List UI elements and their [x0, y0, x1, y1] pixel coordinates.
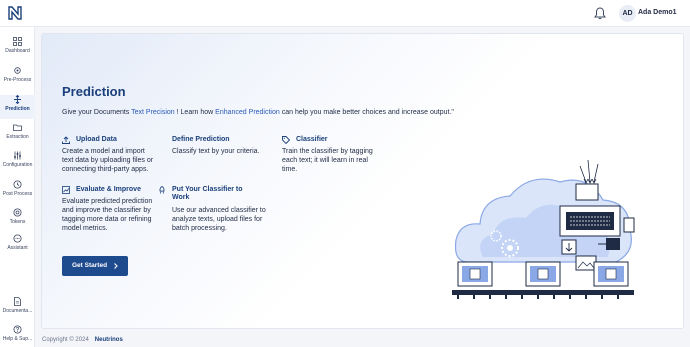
feature-evaluate-improve: Evaluate & Improve Evaluate predicted pr…: [62, 186, 172, 233]
footer: Copyright © 2024 Neutrinos: [42, 337, 123, 343]
sidebar-item-label: Configuration: [2, 162, 33, 168]
desc-line: Classify text by your criteria.: [172, 148, 260, 155]
desc-line: model metrics.: [62, 225, 108, 232]
desc-line: each text; it will learn in real: [282, 157, 368, 164]
feature-upload-data: Upload Data Create a model and import te…: [62, 136, 172, 174]
sidebar-item-label: Tokens: [9, 219, 26, 225]
footer-brand[interactable]: Neutrinos: [95, 337, 123, 343]
sidebar-item-dashboard[interactable]: Dashboard: [0, 37, 35, 61]
bell-icon[interactable]: [594, 7, 606, 20]
feature-title: Upload Data: [76, 136, 117, 143]
sidebar-item-prediction[interactable]: Prediction: [0, 95, 35, 119]
help-icon: [13, 325, 22, 334]
desc-line: Use our advanced classifier to: [172, 207, 266, 214]
avatar[interactable]: AD: [619, 5, 636, 22]
classifier-illustration: [452, 159, 635, 299]
tag-icon: [282, 136, 290, 144]
sidebar-item-label: Assistant: [7, 245, 28, 251]
get-started-button[interactable]: Get Started: [62, 256, 128, 276]
chat-icon: [13, 234, 22, 243]
desc-line: text data by uploading files or: [62, 157, 154, 164]
feature-classifier: Classifier Train the classifier by taggi…: [282, 136, 392, 174]
sidebar-item-assistant[interactable]: Assistant: [0, 234, 35, 258]
copyright-text: Copyright © 2024: [42, 337, 89, 343]
desc-line: time.: [282, 166, 298, 173]
sidebar-item-label: Post Process: [2, 191, 33, 197]
feature-put-classifier-to-work: Put Your Classifier to Work Use our adva…: [158, 186, 278, 233]
desc-line: Create a model and import: [62, 148, 145, 155]
sidebar-item-label: Help & Sup...: [2, 336, 33, 342]
sidebar-item-configuration[interactable]: Configuration: [0, 151, 35, 175]
sidebar: Dashboard Pre-Process Prediction Extract…: [0, 27, 35, 347]
sidebar-item-extraction[interactable]: Extraction: [0, 123, 35, 147]
intro-text: Give your Documents Text Precision ! Lea…: [62, 109, 454, 116]
feature-description: Classify text by your criteria.: [158, 147, 268, 156]
feature-define-prediction: Define Prediction Classify text by your …: [158, 136, 268, 156]
logo-icon[interactable]: [7, 5, 23, 21]
intro-part: Give your Documents: [62, 109, 132, 116]
clock-icon: [13, 180, 22, 189]
prediction-card: Prediction Give your Documents Text Prec…: [41, 33, 684, 329]
chart-icon: [62, 186, 70, 194]
rocket-icon: [159, 186, 165, 194]
feature-title: Evaluate & Improve: [76, 186, 141, 193]
feature-description: Create a model and import text data by u…: [62, 147, 172, 174]
feature-title: Define Prediction: [172, 136, 230, 143]
user-name[interactable]: Ada Demo1: [638, 9, 677, 16]
top-bar: AD Ada Demo1: [0, 0, 690, 27]
desc-line: Evaluate predicted prediction: [62, 198, 153, 205]
gear-icon: [14, 67, 21, 74]
feature-title-line: Put Your Classifier to: [172, 186, 243, 193]
highlight-text-precision: Text Precision: [131, 109, 175, 116]
sidebar-item-label: Extraction: [6, 134, 29, 140]
coin-icon: [13, 208, 22, 217]
sidebar-item-help-support[interactable]: Help & Sup...: [0, 325, 35, 347]
arrows-icon: [14, 95, 21, 104]
feature-description: Use our advanced classifier to analyze t…: [158, 206, 278, 233]
sidebar-item-label: Dashboard: [5, 48, 30, 54]
get-started-label: Get Started: [72, 262, 108, 269]
sidebar-item-documentation[interactable]: Documenta...: [0, 297, 35, 321]
sliders-icon: [14, 151, 21, 160]
sidebar-item-label: Pre-Process: [3, 77, 32, 83]
desc-line: analyze texts, upload files for: [172, 216, 263, 223]
intro-part: can help you make better choices and inc…: [279, 109, 454, 116]
feature-description: Train the classifier by tagging each tex…: [282, 147, 392, 174]
desc-line: batch processing.: [172, 225, 227, 232]
page-title: Prediction: [62, 84, 126, 99]
intro-part: ! Learn how: [174, 109, 216, 116]
sidebar-item-tokens[interactable]: Tokens: [0, 208, 35, 232]
feature-title-line: Work: [172, 194, 190, 201]
feature-title: Put Your Classifier to Work: [158, 186, 278, 202]
desc-line: Train the classifier by tagging: [282, 148, 373, 155]
folder-icon: [13, 124, 22, 131]
desc-line: tagging more data or refining: [62, 216, 152, 223]
sidebar-item-label: Prediction: [5, 106, 30, 112]
grid-icon: [13, 37, 22, 46]
upload-icon: [62, 136, 70, 144]
desc-line: connecting third-party apps.: [62, 166, 149, 173]
feature-title: Classifier: [296, 136, 328, 143]
document-icon: [14, 297, 21, 306]
feature-description: Evaluate predicted prediction and improv…: [62, 197, 172, 233]
desc-line: and improve the classifier by: [62, 207, 151, 214]
sidebar-item-post-process[interactable]: Post Process: [0, 180, 35, 204]
sidebar-item-label: Documenta...: [2, 308, 33, 314]
highlight-enhanced-prediction: Enhanced Prediction: [215, 109, 280, 116]
sidebar-item-pre-process[interactable]: Pre-Process: [0, 66, 35, 90]
chevron-right-icon: [114, 263, 118, 269]
